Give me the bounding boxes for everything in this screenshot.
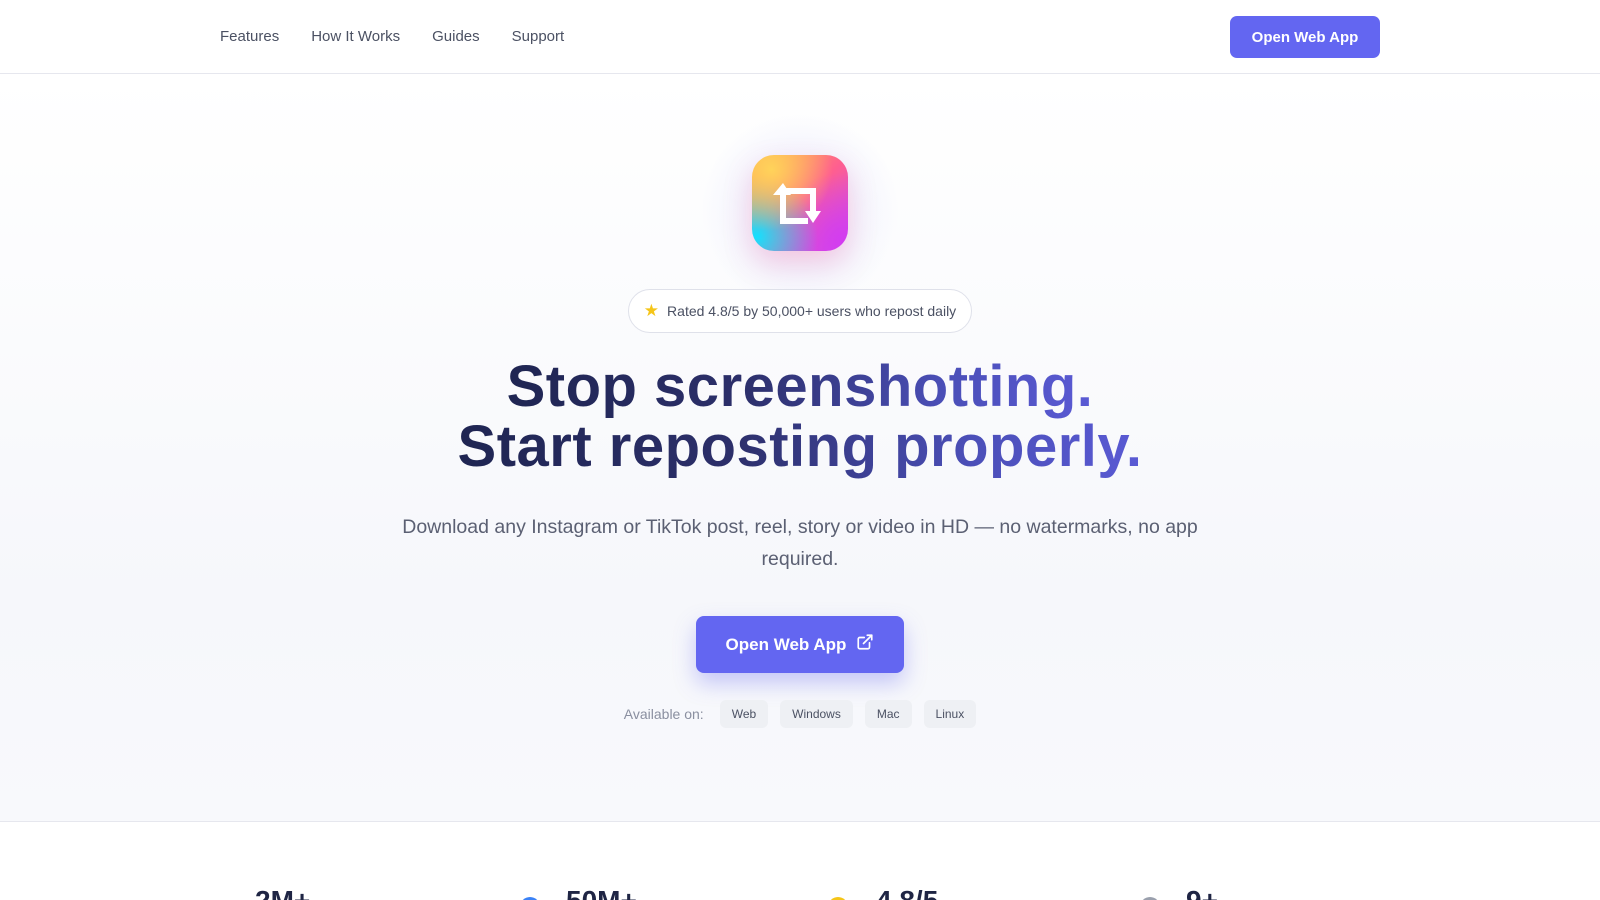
nav-link-how-it-works[interactable]: How It Works	[311, 28, 400, 45]
main-nav: Features How It Works Guides Support	[220, 0, 564, 72]
star-icon: ★	[643, 301, 660, 320]
hero-cta-label: Open Web App	[725, 634, 847, 654]
rating-badge: ★ Rated 4.8/5 by 50,000+ users who repos…	[628, 289, 972, 333]
platform-chip-windows[interactable]: Windows	[780, 700, 853, 728]
hero-section: ★ Rated 4.8/5 by 50,000+ users who repos…	[0, 74, 1600, 822]
hero-subtitle: Download any Instagram or TikTok post, r…	[402, 516, 1198, 570]
headline-line-1: Stop screenshotting.	[506, 354, 1094, 419]
rating-text: Rated 4.8/5 by 50,000+ users who repost …	[667, 303, 957, 319]
nav-link-guides[interactable]: Guides	[432, 28, 480, 45]
stats-strip: 2M+ 50M+ 4.8/5 9+	[0, 823, 1600, 900]
available-label: Available on:	[623, 706, 704, 722]
header-open-web-app-button[interactable]: Open Web App	[1230, 16, 1380, 58]
headline-line-2: Start reposting properly.	[457, 414, 1143, 479]
external-link-icon	[856, 633, 874, 656]
stat-rating: 4.8/5	[876, 885, 938, 900]
nav-link-support[interactable]: Support	[512, 28, 565, 45]
stat-users: 2M+	[255, 885, 310, 900]
nav-link-features[interactable]: Features	[220, 28, 279, 45]
hero-headline: Stop screenshotting. Start reposting pro…	[300, 357, 1300, 477]
platform-chip-web[interactable]: Web	[719, 700, 769, 728]
hero-open-web-app-button[interactable]: Open Web App	[696, 616, 904, 673]
platform-chip-linux[interactable]: Linux	[923, 700, 977, 728]
stat-downloads: 50M+	[566, 885, 637, 900]
stat-platforms: 9+	[1186, 885, 1218, 900]
top-navigation-bar: Features How It Works Guides Support Ope…	[0, 0, 1600, 74]
platform-availability: Available on: Web Windows Mac Linux	[600, 699, 1000, 729]
repost-icon	[752, 155, 848, 251]
platform-chip-mac[interactable]: Mac	[864, 700, 912, 728]
